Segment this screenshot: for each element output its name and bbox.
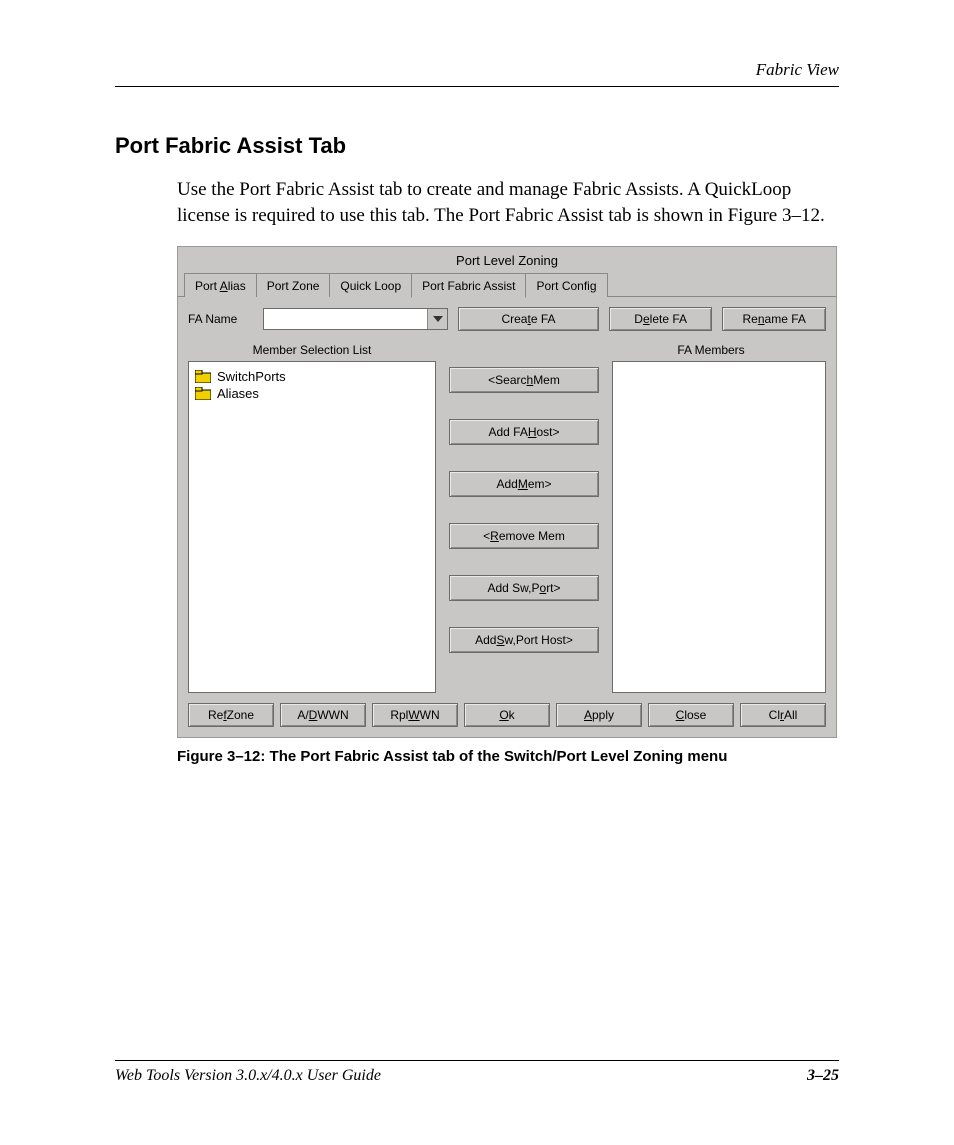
figure-caption: Figure 3–12: The Port Fabric Assist tab … <box>177 748 839 765</box>
tab-port-alias[interactable]: Port Alias <box>184 273 257 297</box>
fa-name-label: FA Name <box>188 312 253 326</box>
chevron-down-icon <box>433 316 443 322</box>
rename-fa-button[interactable]: Rename FA <box>722 307 826 331</box>
close-button[interactable]: Close <box>648 703 734 727</box>
transfer-buttons-column: <Search Mem Add FA Host> Add Mem> <Remove M… <box>444 361 604 693</box>
tab-port-zone[interactable]: Port Zone <box>256 273 331 297</box>
delete-fa-button[interactable]: Delete FA <box>609 307 713 331</box>
list-item-label: SwitchPorts <box>217 369 286 384</box>
tab-port-fabric-assist[interactable]: Port Fabric Assist <box>411 273 526 298</box>
folder-icon <box>195 370 211 383</box>
folder-icon <box>195 387 211 400</box>
footer-left: Web Tools Version 3.0.x/4.0.x User Guide <box>115 1067 381 1085</box>
clrall-button[interactable]: Clr All <box>740 703 826 727</box>
tab-strip: Port AliasPort ZoneQuick LoopPort Fabric… <box>178 272 836 297</box>
member-selection-list-header: Member Selection List <box>188 343 436 357</box>
app-window: Port Level Zoning Port AliasPort ZoneQui… <box>177 246 837 738</box>
running-head: Fabric View <box>115 60 839 80</box>
addswport-button[interactable]: Add Sw,Port> <box>449 575 599 601</box>
top-rule <box>115 86 839 87</box>
section-title: Port Fabric Assist Tab <box>115 133 839 159</box>
list-item-label: Aliases <box>217 386 259 401</box>
three-column-area: SwitchPorts Aliases <Search Mem Add FA Hos… <box>188 361 826 693</box>
list-headers: Member Selection List FA Members <box>188 343 826 357</box>
rplwwn-button[interactable]: Rpl WWN <box>372 703 458 727</box>
tab-quick-loop[interactable]: Quick Loop <box>329 273 412 297</box>
list-item[interactable]: Aliases <box>193 385 431 402</box>
list-item[interactable]: SwitchPorts <box>193 368 431 385</box>
member-selection-list[interactable]: SwitchPorts Aliases <box>188 361 436 693</box>
ok-button[interactable]: Ok <box>464 703 550 727</box>
fa-name-dropdown-button[interactable] <box>427 309 447 329</box>
apply-button[interactable]: Apply <box>556 703 642 727</box>
section-body: Use the Port Fabric Assist tab to create… <box>177 177 839 228</box>
fa-name-combo[interactable] <box>263 308 448 330</box>
fa-name-row: FA Name Create FA Delete FA Renam <box>188 307 826 331</box>
refzone-button[interactable]: Ref Zone <box>188 703 274 727</box>
figure-wrap: Port Level Zoning Port AliasPort ZoneQui… <box>177 246 839 765</box>
adwwn-button[interactable]: A/D WWN <box>280 703 366 727</box>
footer-page-number: 3–25 <box>807 1067 839 1085</box>
fa-members-header: FA Members <box>596 343 826 357</box>
removemem-button[interactable]: <Remove Mem <box>449 523 599 549</box>
fa-members-list[interactable] <box>612 361 826 693</box>
footer-rule <box>115 1060 839 1061</box>
footer-row: Web Tools Version 3.0.x/4.0.x User Guide… <box>115 1067 839 1085</box>
tab-port-config[interactable]: Port Config <box>525 273 607 297</box>
addmem-button[interactable]: Add Mem> <box>449 471 599 497</box>
tab-body: FA Name Create FA Delete FA Renam <box>178 296 836 693</box>
bottom-button-bar: Ref ZoneA/D WWNRpl WWNOkApplyCloseClr Al… <box>178 693 836 737</box>
app-title: Port Level Zoning <box>178 247 836 272</box>
create-fa-button[interactable]: Create FA <box>458 307 599 331</box>
fa-name-input[interactable] <box>264 309 427 329</box>
page-footer: Web Tools Version 3.0.x/4.0.x User Guide… <box>115 1060 839 1085</box>
search-button[interactable]: <Search Mem <box>449 367 599 393</box>
addswporthost-button[interactable]: Add Sw,Port Host> <box>449 627 599 653</box>
addfahost-button[interactable]: Add FA Host> <box>449 419 599 445</box>
